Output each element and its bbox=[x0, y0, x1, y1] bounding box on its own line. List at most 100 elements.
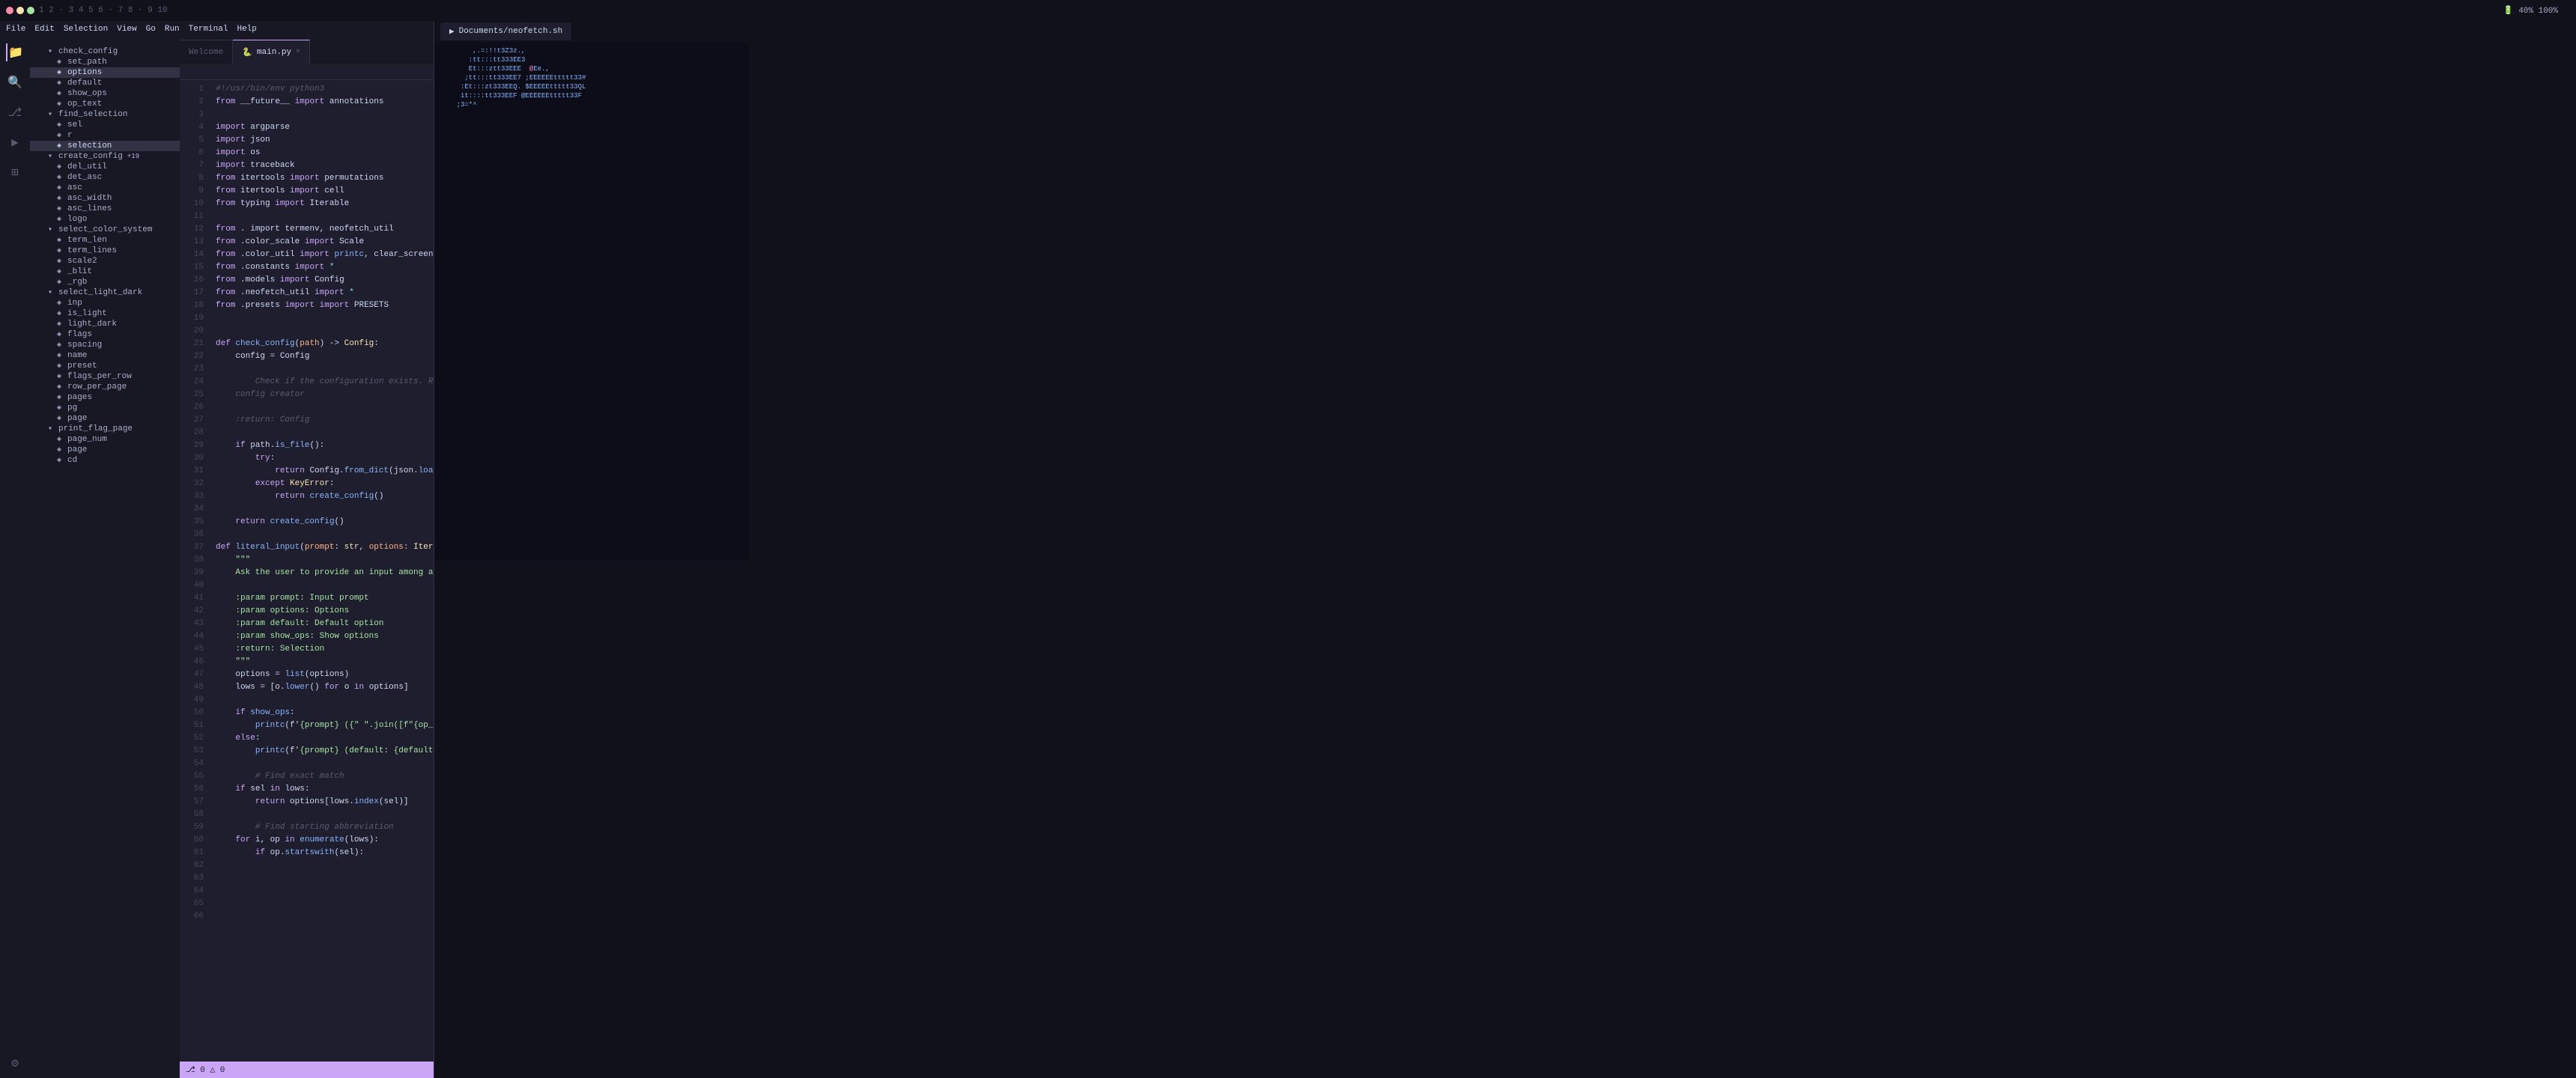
tree-label: cd bbox=[67, 456, 77, 465]
code-content[interactable]: #!/usr/bin/env python3 from __future__ i… bbox=[210, 80, 434, 1062]
tree-label: name bbox=[67, 351, 87, 360]
property-icon: ◈ bbox=[54, 320, 64, 329]
tree-item-pg[interactable]: ◈ pg bbox=[30, 403, 180, 413]
tab-main-py[interactable]: 🐍 main.py × bbox=[233, 40, 310, 64]
tree-item-asc-lines[interactable]: ◈ asc_lines bbox=[30, 204, 180, 214]
tree-item-asc-width[interactable]: ◈ asc_width bbox=[30, 193, 180, 204]
property-icon: ◈ bbox=[54, 372, 64, 381]
source-control-icon[interactable]: ⎇ bbox=[6, 103, 24, 121]
tree-item-flags-per-row[interactable]: ◈ flags_per_row bbox=[30, 371, 180, 382]
menu-go[interactable]: Go bbox=[146, 25, 156, 34]
tree-item-inp[interactable]: ◈ inp bbox=[30, 298, 180, 308]
tree-item-rgb[interactable]: ◈ _rgb bbox=[30, 277, 180, 287]
menu-selection[interactable]: Selection bbox=[64, 25, 108, 34]
badge: +19 bbox=[127, 153, 139, 160]
menu-run[interactable]: Run bbox=[165, 25, 180, 34]
chevron-down-icon: ▾ bbox=[45, 110, 55, 119]
tree-item-cd[interactable]: ◈ cd bbox=[30, 455, 180, 466]
tree-item-select-light-dark[interactable]: ▾ select_light_dark bbox=[30, 287, 180, 298]
tree-item-del-util[interactable]: ◈ del_util bbox=[30, 162, 180, 172]
tree-label: pages bbox=[67, 393, 92, 402]
tree-item-r[interactable]: ◈ r bbox=[30, 130, 180, 141]
editor-area: Welcome 🐍 main.py × bbox=[180, 37, 434, 1078]
tree-item-name[interactable]: ◈ name bbox=[30, 350, 180, 361]
tree-item-flags[interactable]: ◈ flags bbox=[30, 329, 180, 340]
tree-label: asc_lines bbox=[67, 204, 112, 213]
tab-welcome[interactable]: Welcome bbox=[180, 40, 233, 64]
tree-item-term-len[interactable]: ◈ term_len bbox=[30, 235, 180, 246]
property-icon: ◈ bbox=[54, 341, 64, 350]
close-dot[interactable] bbox=[6, 7, 13, 14]
tree-item-options[interactable]: ◈ options bbox=[30, 67, 180, 78]
tree-item-det-asc[interactable]: ◈ det_asc bbox=[30, 172, 180, 183]
tree-item-select-color-system[interactable]: ▾ select_color_system bbox=[30, 225, 180, 235]
property-icon: ◈ bbox=[54, 100, 64, 109]
tree-item-light-dark[interactable]: ◈ light_dark bbox=[30, 319, 180, 329]
extensions-icon[interactable]: ⊞ bbox=[6, 163, 24, 181]
run-debug-icon[interactable]: ▶ bbox=[6, 133, 24, 151]
tree-item-asc[interactable]: ◈ asc bbox=[30, 183, 180, 193]
activity-bar: 📁 🔍 ⎇ ▶ ⊞ ⚙ bbox=[0, 37, 30, 1078]
tab-close-icon[interactable]: × bbox=[296, 48, 300, 56]
search-icon[interactable]: 🔍 bbox=[6, 73, 24, 91]
tree-label: spacing bbox=[67, 341, 102, 350]
settings-spacer: ⚙ bbox=[6, 1054, 24, 1072]
tree-item-blit[interactable]: ◈ _blit bbox=[30, 267, 180, 277]
tree-item-preset[interactable]: ◈ preset bbox=[30, 361, 180, 371]
maximize-dot[interactable] bbox=[27, 7, 34, 14]
battery-status: 🔋 40% 100% bbox=[2503, 5, 2558, 16]
tree-item-op-text[interactable]: ◈ op_text bbox=[30, 99, 180, 109]
tree-item-logo[interactable]: ◈ logo bbox=[30, 214, 180, 225]
tab-icon: 🐍 bbox=[242, 47, 252, 58]
property-icon: ◈ bbox=[54, 362, 64, 371]
property-icon: ◈ bbox=[54, 162, 64, 171]
tree-item-selection[interactable]: ◈ selection bbox=[30, 141, 180, 151]
tree-label: set_path bbox=[67, 58, 107, 67]
tree-item-is-light[interactable]: ◈ is_light bbox=[30, 308, 180, 319]
tree-label: pg bbox=[67, 404, 77, 412]
tree-label: page bbox=[67, 445, 87, 454]
tree-label: op_text bbox=[67, 100, 102, 109]
menu-terminal[interactable]: Terminal bbox=[189, 25, 228, 34]
tab-documents-neofetch[interactable]: ▶ Documents/neofetch.sh bbox=[440, 22, 571, 40]
tree-item-create-config[interactable]: ▾ create_config +19 bbox=[30, 151, 180, 162]
neofetch-layout: ,.=:!!t3Z3z., :tt:::tt333EE3 Et:::ztt33E… bbox=[440, 46, 743, 109]
tree-label: flags bbox=[67, 330, 92, 339]
settings-icon[interactable]: ⚙ bbox=[6, 1054, 24, 1072]
property-icon: ◈ bbox=[54, 278, 64, 287]
tab-label: Welcome bbox=[189, 48, 223, 57]
chevron-down-icon: ▾ bbox=[45, 288, 55, 297]
editor-breadcrumb bbox=[180, 64, 434, 80]
explorer-icon[interactable]: 📁 bbox=[6, 43, 24, 61]
menu-edit[interactable]: Edit bbox=[34, 25, 54, 34]
menu-view[interactable]: View bbox=[117, 25, 136, 34]
property-icon: ◈ bbox=[54, 141, 64, 150]
tree-item-find-selection[interactable]: ▾ find_selection bbox=[30, 109, 180, 120]
menu-file[interactable]: File bbox=[6, 25, 25, 34]
tree-item-check-config[interactable]: ▾ check_config bbox=[30, 46, 180, 57]
menu-help[interactable]: Help bbox=[237, 25, 256, 34]
tree-item-row-per-page[interactable]: ◈ row_per_page bbox=[30, 382, 180, 392]
tree-item-spacing[interactable]: ◈ spacing bbox=[30, 340, 180, 350]
tree-item-scale2[interactable]: ◈ scale2 bbox=[30, 256, 180, 267]
property-icon: ◈ bbox=[54, 456, 64, 465]
code-editor[interactable]: 12345 678910 1112131415 1617181920 21222… bbox=[180, 80, 434, 1062]
property-icon: ◈ bbox=[54, 236, 64, 245]
tree-item-set-path[interactable]: ◈ set_path bbox=[30, 57, 180, 67]
tree-label: inp bbox=[67, 299, 82, 308]
tree-item-default[interactable]: ◈ default bbox=[30, 78, 180, 88]
tree-item-page[interactable]: ◈ page bbox=[30, 413, 180, 424]
tree-label: del_util bbox=[67, 162, 107, 171]
tree-item-print-flag-page[interactable]: ▾ print_flag_page bbox=[30, 424, 180, 434]
tree-item-page-num[interactable]: ◈ page_num bbox=[30, 434, 180, 445]
tree-item-pages[interactable]: ◈ pages bbox=[30, 392, 180, 403]
minimize-dot[interactable] bbox=[16, 7, 24, 14]
property-icon: ◈ bbox=[54, 414, 64, 423]
tree-item-page2[interactable]: ◈ page bbox=[30, 445, 180, 455]
tree-label: select_light_dark bbox=[58, 288, 142, 297]
tree-item-term-lines[interactable]: ◈ term_lines bbox=[30, 246, 180, 256]
tree-item-show-ops[interactable]: ◈ show_ops bbox=[30, 88, 180, 99]
neofetch-ascii-art: ,.=:!!t3Z3z., :tt:::tt333EE3 Et:::ztt33E… bbox=[440, 46, 586, 109]
tree-label: select_color_system bbox=[58, 225, 152, 234]
tree-item-sel[interactable]: ◈ sel bbox=[30, 120, 180, 130]
